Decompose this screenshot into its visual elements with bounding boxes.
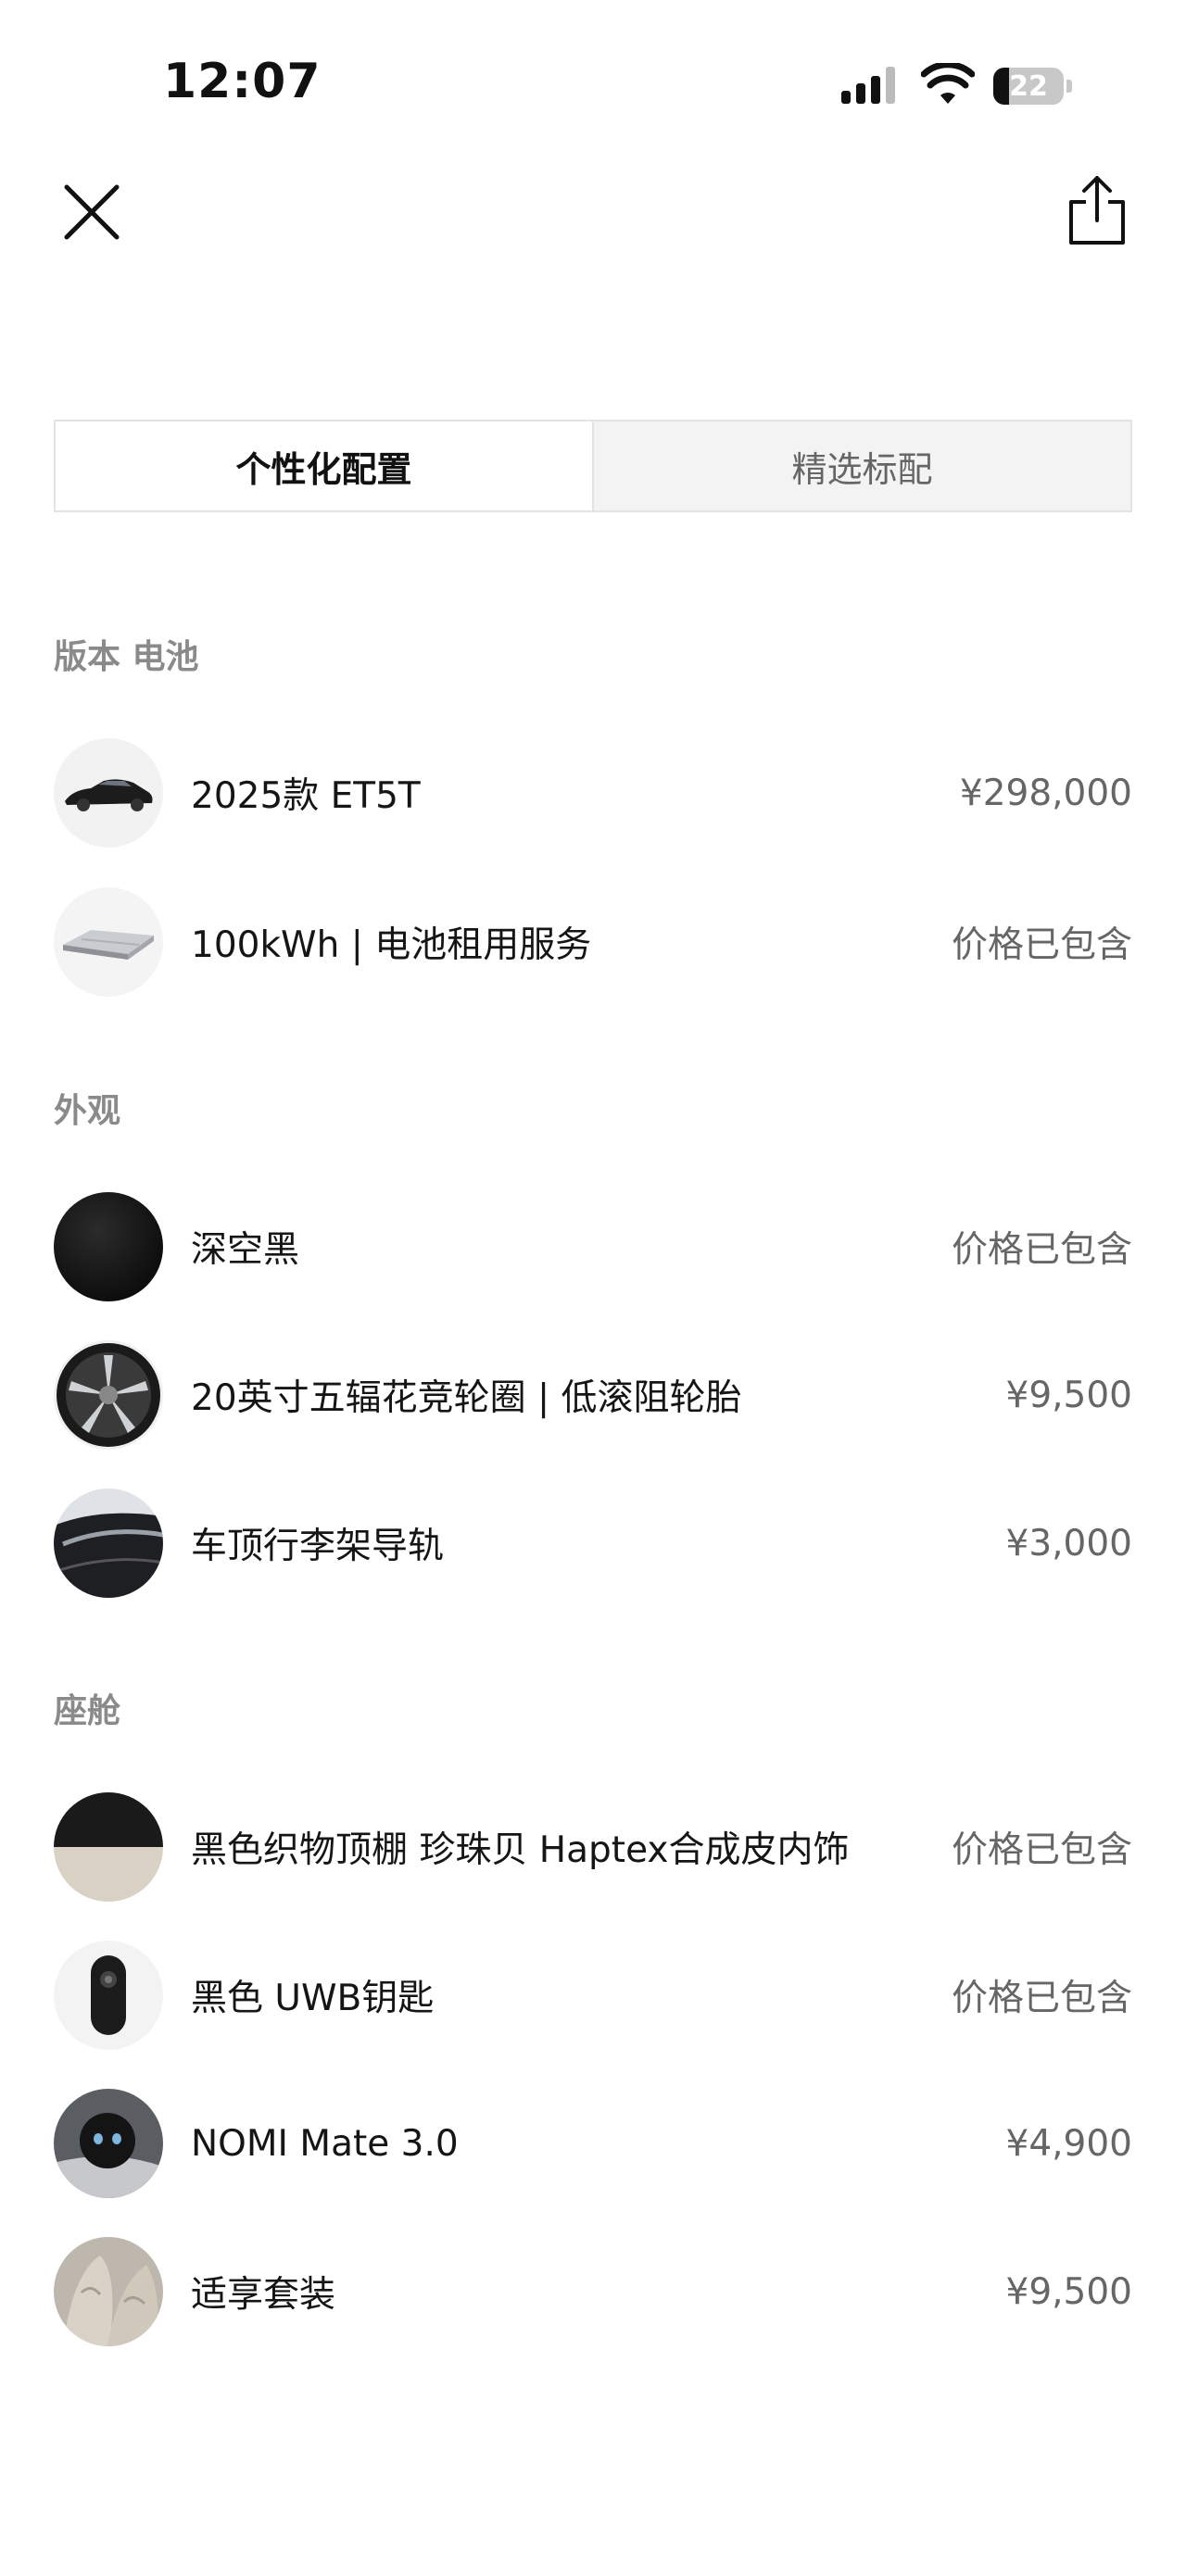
item-label: 20英寸五辐花竞轮圈 | 低滚阻轮胎 xyxy=(191,1377,742,1419)
wifi-icon xyxy=(921,63,975,104)
interior-trim-thumbnail xyxy=(54,1792,163,1902)
item-price: 价格已包含 xyxy=(951,1829,1132,1871)
status-bar: 12:07 22 xyxy=(0,0,1186,176)
list-item-nomi: NOMI Mate 3.0 ¥4,900 xyxy=(54,2089,1132,2198)
item-label: 深空黑 xyxy=(191,1229,300,1271)
item-price: 价格已包含 xyxy=(951,1229,1132,1271)
close-icon xyxy=(64,184,120,240)
item-label: 适享套装 xyxy=(191,2274,336,2316)
car-thumbnail xyxy=(54,738,163,848)
item-label: 100kWh | 电池租用服务 xyxy=(191,924,592,966)
item-label: 黑色织物顶棚 珍珠贝 Haptex合成皮内饰 xyxy=(191,1829,850,1871)
item-label: 黑色 UWB钥匙 xyxy=(191,1978,435,2019)
list-item-paint: 深空黑 价格已包含 xyxy=(54,1192,1132,1301)
share-icon xyxy=(1069,176,1125,245)
item-price: ¥3,000 xyxy=(1005,1522,1132,1564)
nomi-mate-thumbnail xyxy=(54,2089,163,2198)
battery-indicator: 22 xyxy=(993,67,1073,106)
paint-swatch-thumbnail xyxy=(54,1192,163,1301)
roof-rail-thumbnail xyxy=(54,1489,163,1598)
list-item-battery: 100kWh | 电池租用服务 价格已包含 xyxy=(54,887,1132,997)
item-label: NOMI Mate 3.0 xyxy=(191,2122,459,2165)
uwb-key-thumbnail xyxy=(54,1941,163,2050)
tab-personalized-config[interactable]: 个性化配置 xyxy=(56,421,594,510)
wheel-thumbnail xyxy=(54,1340,163,1450)
section-title-exterior: 外观 xyxy=(54,1092,121,1130)
cellular-signal-icon xyxy=(841,67,895,104)
battery-pack-thumbnail xyxy=(54,887,163,997)
share-button[interactable] xyxy=(1064,172,1130,246)
section-title-cabin: 座舱 xyxy=(54,1692,121,1730)
close-button[interactable] xyxy=(57,178,126,246)
list-item-wheel: 20英寸五辐花竞轮圈 | 低滚阻轮胎 ¥9,500 xyxy=(54,1340,1132,1450)
list-item-interior: 黑色织物顶棚 珍珠贝 Haptex合成皮内饰 价格已包含 xyxy=(54,1792,1132,1902)
seat-thumbnail xyxy=(54,2237,163,2346)
item-price: ¥9,500 xyxy=(1005,1374,1132,1416)
item-label: 2025款 ET5T xyxy=(191,775,421,817)
tab-standard-config[interactable]: 精选标配 xyxy=(594,421,1130,510)
item-price: ¥9,500 xyxy=(1005,2270,1132,2313)
section-title-version-battery: 版本 电池 xyxy=(54,638,199,676)
list-item-comfort-package: 适享套装 ¥9,500 xyxy=(54,2237,1132,2346)
item-price: 价格已包含 xyxy=(951,924,1132,966)
item-price: 价格已包含 xyxy=(951,1978,1132,2019)
list-item-key: 黑色 UWB钥匙 价格已包含 xyxy=(54,1941,1132,2050)
item-price: ¥4,900 xyxy=(1005,2122,1132,2165)
item-label: 车顶行李架导轨 xyxy=(191,1526,445,1567)
list-item-roof-rail: 车顶行李架导轨 ¥3,000 xyxy=(54,1489,1132,1598)
list-item-model: 2025款 ET5T ¥298,000 xyxy=(54,738,1132,848)
item-price: ¥298,000 xyxy=(959,772,1132,814)
config-tabs: 个性化配置 精选标配 xyxy=(54,420,1132,512)
status-time: 12:07 xyxy=(163,54,322,109)
battery-level: 22 xyxy=(1009,69,1048,103)
